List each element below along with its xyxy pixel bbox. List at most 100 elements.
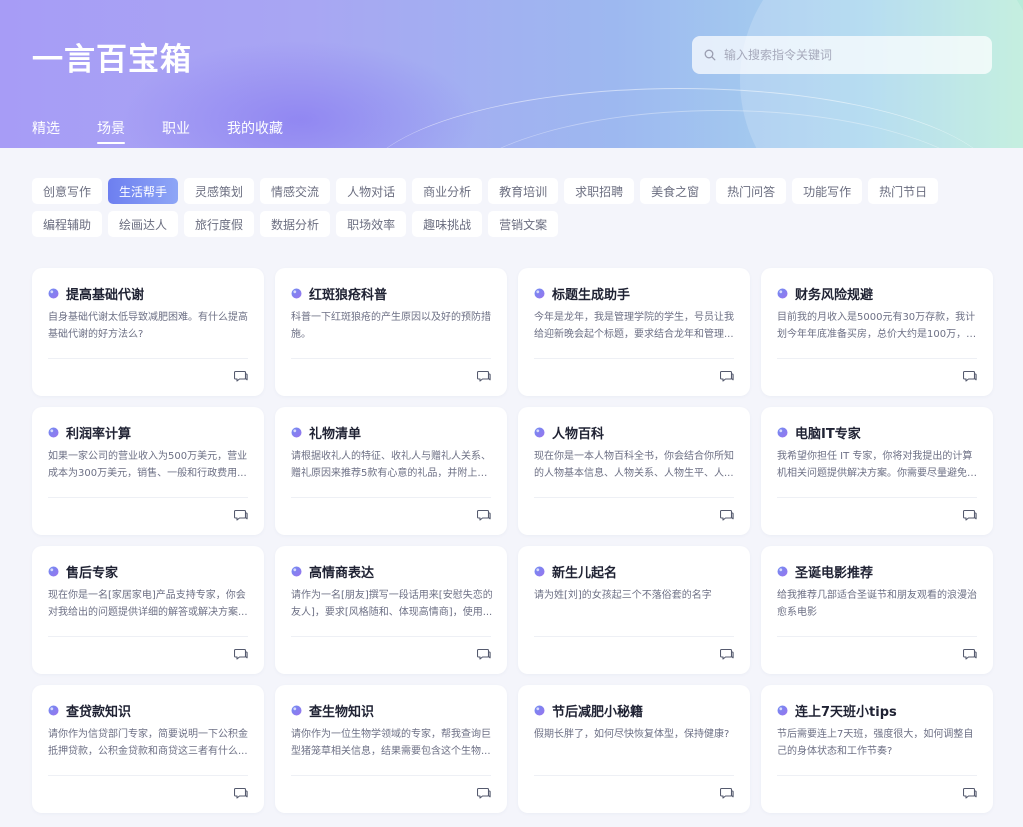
- card-divider: [291, 775, 491, 776]
- card-divider: [777, 358, 977, 359]
- tag-life-helper[interactable]: 生活帮手: [108, 178, 179, 204]
- sparkle-dot-icon: [48, 427, 59, 437]
- card-title-row: 利润率计算: [48, 423, 250, 442]
- chat-icon[interactable]: [477, 647, 491, 661]
- sparkle-dot-icon: [291, 427, 302, 437]
- tag-hot-qa[interactable]: 热门问答: [716, 178, 787, 204]
- search-box[interactable]: [692, 36, 992, 74]
- sparkle-dot-icon: [534, 566, 545, 576]
- tag-workplace-efficiency[interactable]: 职场效率: [336, 211, 407, 237]
- chat-icon[interactable]: [720, 508, 734, 522]
- chat-icon[interactable]: [234, 647, 248, 661]
- card-title: 人物百科: [552, 426, 605, 442]
- prompt-card[interactable]: 标题生成助手 今年是龙年，我是管理学院的学生，号员让我给迎新晚会起个标题，要求结…: [518, 268, 750, 396]
- card-description: 如果一家公司的营业收入为500万美元，营业成本为300万美元，销售、一般和行政费…: [48, 451, 248, 479]
- tag-character-dialogue[interactable]: 人物对话: [336, 178, 407, 204]
- sparkle-dot-icon: [291, 566, 302, 576]
- card-divider: [777, 636, 977, 637]
- tag-emotional-talk[interactable]: 情感交流: [260, 178, 331, 204]
- card-title: 连上7天班小tips: [795, 704, 897, 720]
- tag-creative-writing[interactable]: 创意写作: [32, 178, 103, 204]
- prompt-card[interactable]: 财务风险规避 目前我的月收入是5000元有30万存款，我计划今年年底准备买房，总…: [761, 268, 993, 396]
- tag-business-analysis[interactable]: 商业分析: [412, 178, 483, 204]
- chat-icon[interactable]: [234, 786, 248, 800]
- chat-icon[interactable]: [720, 647, 734, 661]
- card-title-row: 红斑狼疮科普: [291, 284, 493, 303]
- sparkle-dot-icon: [777, 427, 788, 437]
- card-divider: [777, 497, 977, 498]
- card-title: 查贷款知识: [66, 704, 132, 720]
- sparkle-dot-icon: [777, 566, 788, 576]
- tab-professions[interactable]: 职业: [162, 118, 190, 144]
- card-divider: [777, 775, 977, 776]
- prompt-card[interactable]: 电脑IT专家 我希望你担任 IT 专家，你将对我提出的计算机相关问题提供解决方案…: [761, 407, 993, 535]
- search-input[interactable]: [724, 48, 974, 62]
- prompt-card[interactable]: 人物百科 现在你是一本人物百科全书，你会结合你所知的人物基本信息、人物关系、人物…: [518, 407, 750, 535]
- tag-job-recruiting[interactable]: 求职招聘: [564, 178, 635, 204]
- category-tag-list: 创意写作 生活帮手 灵感策划 情感交流 人物对话 商业分析 教育培训 求职招聘 …: [32, 178, 972, 237]
- search-icon: [704, 49, 716, 61]
- card-title: 财务风险规避: [795, 287, 874, 303]
- chat-icon[interactable]: [963, 508, 977, 522]
- card-description: 假期长胖了，如何尽快恢复体型，保持健康?: [534, 729, 730, 740]
- tag-hot-holidays[interactable]: 热门节日: [868, 178, 939, 204]
- prompt-card[interactable]: 查贷款知识 请你作为信贷部门专家，简要说明一下公积金抵押贷款，公积金贷款和商贷这…: [32, 685, 264, 813]
- card-description: 节后需要连上7天班，强度很大，如何调整自己的身体状态和工作节奏?: [777, 729, 974, 757]
- chat-icon[interactable]: [963, 786, 977, 800]
- prompt-card[interactable]: 提高基础代谢 自身基础代谢太低导致减肥困难。有什么提高基础代谢的好方法么?: [32, 268, 264, 396]
- sparkle-dot-icon: [48, 705, 59, 715]
- card-title: 标题生成助手: [552, 287, 631, 303]
- chat-icon[interactable]: [477, 786, 491, 800]
- tag-fun-challenge[interactable]: 趣味挑战: [412, 211, 483, 237]
- chat-icon[interactable]: [963, 369, 977, 383]
- card-description: 请根据收礼人的特征、收礼人与赠礼人关系、赠礼原因来推荐5款有心意的礼品，并附上推…: [291, 451, 491, 479]
- card-divider: [534, 775, 734, 776]
- card-title: 新生儿起名: [552, 565, 618, 581]
- card-title-row: 查生物知识: [291, 701, 493, 720]
- prompt-card[interactable]: 新生儿起名 请为姓[刘]的女孩起三个不落俗套的名字: [518, 546, 750, 674]
- card-title: 礼物清单: [309, 426, 362, 442]
- sparkle-dot-icon: [534, 427, 545, 437]
- card-title-row: 人物百科: [534, 423, 736, 442]
- chat-icon[interactable]: [720, 786, 734, 800]
- tab-featured[interactable]: 精选: [32, 118, 60, 144]
- prompt-card[interactable]: 利润率计算 如果一家公司的营业收入为500万美元，营业成本为300万美元，销售、…: [32, 407, 264, 535]
- prompt-card[interactable]: 查生物知识 请你作为一位生物学领域的专家，帮我查询巨型猪笼草相关信息，结果需要包…: [275, 685, 507, 813]
- tag-travel-vacation[interactable]: 旅行度假: [184, 211, 255, 237]
- chat-icon[interactable]: [234, 369, 248, 383]
- chat-icon[interactable]: [477, 508, 491, 522]
- prompt-card[interactable]: 圣诞电影推荐 给我推荐几部适合圣诞节和朋友观看的浪漫治愈系电影: [761, 546, 993, 674]
- card-title: 电脑IT专家: [795, 426, 861, 442]
- card-description: 请你作为一位生物学领域的专家，帮我查询巨型猪笼草相关信息，结果需要包含这个生物.…: [291, 729, 491, 757]
- prompt-card[interactable]: 节后减肥小秘籍 假期长胖了，如何尽快恢复体型，保持健康?: [518, 685, 750, 813]
- tag-functional-writing[interactable]: 功能写作: [792, 178, 863, 204]
- card-title-row: 新生儿起名: [534, 562, 736, 581]
- card-title: 高情商表达: [309, 565, 375, 581]
- card-divider: [48, 497, 248, 498]
- header-banner: 一言百宝箱 精选 场景 职业 我的收藏: [0, 0, 1023, 148]
- prompt-card[interactable]: 红斑狼疮科普 科普一下红斑狼疮的产生原因以及好的预防措施。: [275, 268, 507, 396]
- card-title-row: 查贷款知识: [48, 701, 250, 720]
- prompt-card[interactable]: 礼物清单 请根据收礼人的特征、收礼人与赠礼人关系、赠礼原因来推荐5款有心意的礼品…: [275, 407, 507, 535]
- tab-my-favorites[interactable]: 我的收藏: [227, 118, 283, 144]
- card-description: 给我推荐几部适合圣诞节和朋友观看的浪漫治愈系电影: [777, 590, 977, 618]
- chat-icon[interactable]: [963, 647, 977, 661]
- card-title: 售后专家: [66, 565, 119, 581]
- tag-coding-assist[interactable]: 编程辅助: [32, 211, 103, 237]
- tag-data-analysis[interactable]: 数据分析: [260, 211, 331, 237]
- chat-icon[interactable]: [477, 369, 491, 383]
- tag-inspiration-planning[interactable]: 灵感策划: [184, 178, 255, 204]
- prompt-card[interactable]: 售后专家 现在你是一名[家居家电]产品支持专家，你会对我给出的问题提供详细的解答…: [32, 546, 264, 674]
- tag-education-training[interactable]: 教育培训: [488, 178, 559, 204]
- tag-food-window[interactable]: 美食之窗: [640, 178, 711, 204]
- card-title-row: 提高基础代谢: [48, 284, 250, 303]
- chat-icon[interactable]: [720, 369, 734, 383]
- main-nav: 精选 场景 职业 我的收藏: [32, 118, 320, 144]
- prompt-card[interactable]: 连上7天班小tips 节后需要连上7天班，强度很大，如何调整自己的身体状态和工作…: [761, 685, 993, 813]
- chat-icon[interactable]: [234, 508, 248, 522]
- card-title-row: 高情商表达: [291, 562, 493, 581]
- tag-marketing-copy[interactable]: 营销文案: [488, 211, 559, 237]
- tag-drawing-expert[interactable]: 绘画达人: [108, 211, 179, 237]
- prompt-card[interactable]: 高情商表达 请作为一名[朋友]撰写一段话用来[安慰失恋的友人]，要求[风格随和、…: [275, 546, 507, 674]
- tab-scenes[interactable]: 场景: [97, 118, 125, 144]
